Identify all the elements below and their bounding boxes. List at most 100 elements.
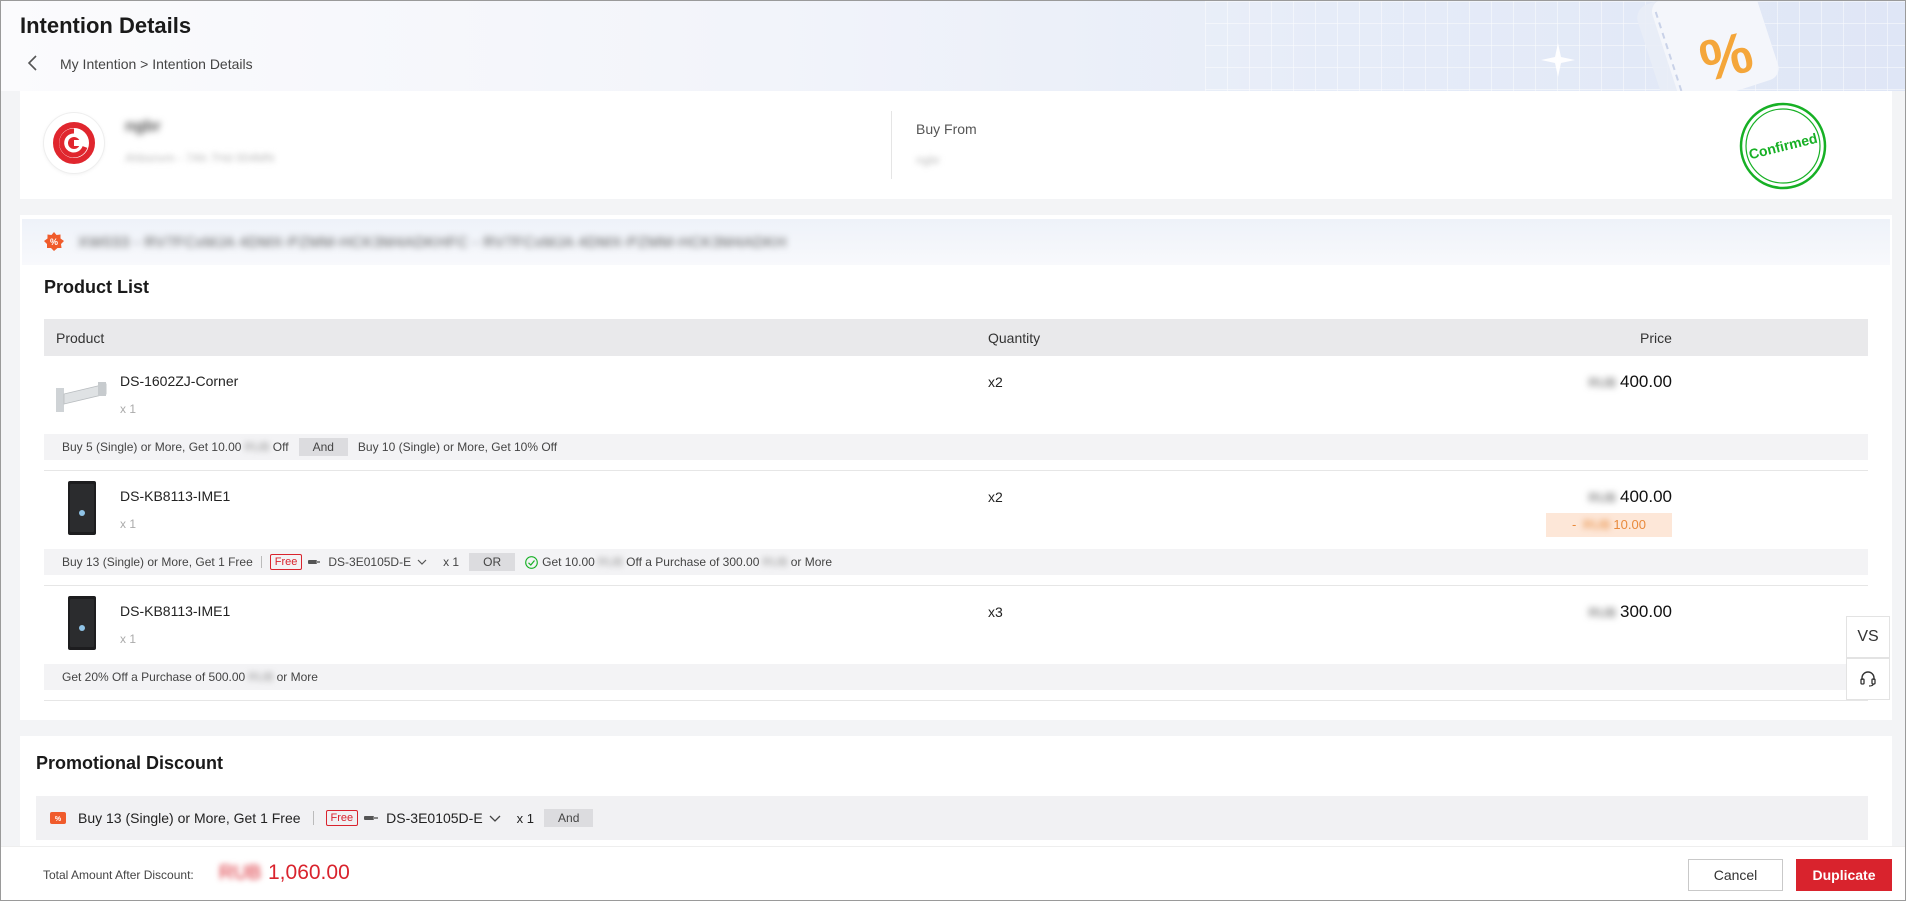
chevron-down-icon[interactable] (417, 558, 427, 566)
confirmed-stamp-text: Confirmed (1747, 130, 1819, 162)
discount-value: 10.00 (1613, 517, 1646, 532)
duplicate-button[interactable]: Duplicate (1796, 859, 1892, 891)
buy-from-label: Buy From (916, 121, 977, 137)
product-row: DS-KB8113-IME1 x 1 x2 RUB 400.00 - RUB 10.… (44, 471, 1868, 586)
product-list-title: Product List (44, 277, 150, 297)
rule-currency: RUB (248, 670, 274, 684)
product-row: DS-1602ZJ-Corner x 1 x2 RUB 400.00 Buy 5 … (44, 356, 1868, 471)
product-unit-qty: x 1 (120, 632, 137, 646)
product-price: RUB 400.00 (1589, 372, 1672, 392)
promotion-rule-bar: Get 20% Off a Purchase of 500.00 RUB or … (44, 664, 1868, 690)
coupon-percent-icon: % (1637, 1, 1779, 91)
seller-name: ngbr (125, 118, 161, 135)
rule-currency: RUB (244, 440, 270, 454)
buy-from-value: ngbr (916, 153, 941, 167)
product-price: RUB 400.00 (1546, 487, 1672, 507)
discount-prefix: - (1572, 517, 1580, 532)
separator (312, 811, 314, 825)
rule-connector: And (298, 438, 348, 456)
price-block: RUB 400.00 (1589, 372, 1672, 392)
product-list-card: % XW033 - RV7FCxMJA 4DMX-PZMM-HCK3M4ADKH… (20, 215, 1892, 720)
rule-text-tail: Off (272, 440, 289, 454)
price-value: 400.00 (1620, 487, 1672, 506)
seller-card: ngbr Ahbsnvm - 7Ah 7Hd 004MN Buy From ng… (20, 91, 1892, 199)
gift-model[interactable]: DS-3E0105D-E (386, 810, 483, 826)
product-thumbnail[interactable] (54, 481, 110, 535)
product-name[interactable]: DS-KB8113-IME1 (120, 603, 230, 619)
headset-icon (1860, 671, 1876, 687)
rule-currency-2: RUB (762, 555, 788, 569)
promotion-banner-text: XW033 - RV7FCxMJA 4DMX-PZMM-HCK3M4ADKHFC… (78, 233, 787, 251)
gift-product-icon (308, 560, 321, 564)
product-quantity: x2 (988, 489, 1003, 505)
currency-code: RUB (1588, 375, 1616, 390)
rule-currency: RUB (597, 555, 624, 569)
support-button[interactable] (1846, 658, 1890, 700)
rule-text-2c: or More (790, 555, 833, 569)
seller-avatar (44, 113, 104, 173)
rule-connector: OR (469, 553, 516, 571)
product-price: RUB 300.00 (1589, 602, 1672, 622)
product-unit-qty: x 1 (120, 517, 137, 531)
price-block: RUB 400.00 - RUB 10.00 (1546, 487, 1672, 537)
gift-qty: x 1 (516, 810, 535, 826)
total-amount-value: 1,060.00 (268, 861, 350, 884)
rule-text-tail: or More (276, 670, 318, 684)
free-tag: Free (325, 810, 359, 826)
rule-text: Get 20% Off a Purchase of 500.00 (62, 670, 246, 684)
breadcrumb[interactable]: My Intention > Intention Details (60, 56, 253, 72)
product-table-header: Product Quantity Price (44, 319, 1868, 356)
vertical-divider (891, 111, 892, 179)
rule-text: Buy 13 (Single) or More, Get 1 Free (62, 555, 253, 569)
sparkle-icon (1541, 43, 1575, 77)
product-thumbnail[interactable] (54, 366, 110, 420)
chevron-down-icon[interactable] (489, 814, 501, 822)
rule-connector: And (544, 809, 594, 827)
confirmed-stamp: Confirmed (1739, 102, 1827, 190)
free-tag: Free (269, 554, 303, 570)
cancel-button[interactable]: Cancel (1688, 859, 1783, 891)
back-arrow-icon[interactable] (25, 54, 41, 72)
rule-text-2b: Off a Purchase of 300.00 (626, 555, 760, 569)
currency-code: RUB (1588, 490, 1616, 505)
page-header: Intention Details My Intention > Intenti… (1, 1, 1905, 91)
discount-tag-icon: % (50, 812, 66, 824)
promotional-discount-rule: Buy 13 (Single) or More, Get 1 Free (78, 810, 301, 826)
column-price: Price (1640, 330, 1672, 346)
gift-qty: x 1 (443, 555, 460, 569)
promotion-rule-bar: Buy 5 (Single) or More, Get 10.00 RUB Of… (44, 434, 1868, 460)
promotion-banner: % XW033 - RV7FCxMJA 4DMX-PZMM-HCK3M4ADKH… (22, 219, 1890, 265)
product-name[interactable]: DS-KB8113-IME1 (120, 488, 230, 504)
page-title: Intention Details (20, 13, 192, 38)
price-block: RUB 300.00 (1589, 602, 1672, 622)
product-row: DS-KB8113-IME1 x 1 x3 RUB 300.00 Get 20% … (44, 586, 1868, 701)
rule-text-2: Buy 10 (Single) or More, Get 10% Off (357, 440, 558, 454)
product-thumbnail[interactable] (54, 596, 110, 650)
seller-subtitle: Ahbsnvm - 7Ah 7Hd 004MN (125, 151, 275, 165)
product-name[interactable]: DS-1602ZJ-Corner (120, 373, 238, 389)
price-value: 400.00 (1620, 372, 1672, 391)
rule-text-2a: Get 10.00 (542, 555, 595, 569)
product-unit-qty: x 1 (120, 402, 137, 416)
promotion-rule-bar: Buy 13 (Single) or More, Get 1 Free Free… (44, 549, 1868, 575)
rule-text: Buy 5 (Single) or More, Get 10.00 (62, 440, 242, 454)
promo-badge-icon: % (44, 232, 64, 251)
currency-code: RUB (1588, 605, 1616, 620)
discount-chip: - RUB 10.00 (1546, 513, 1672, 537)
total-amount-label: Total Amount After Discount: (43, 868, 194, 882)
check-circle-icon (525, 555, 538, 569)
discount-currency: RUB (1582, 517, 1611, 532)
product-quantity: x2 (988, 374, 1003, 390)
promotional-discount-row: % Buy 13 (Single) or More, Get 1 Free Fr… (36, 796, 1868, 840)
gift-product-icon (364, 816, 379, 820)
column-product: Product (56, 330, 105, 346)
gift-model[interactable]: DS-3E0105D-E (328, 555, 411, 569)
seller-logo-icon (53, 122, 95, 164)
separator (260, 556, 262, 568)
product-quantity: x3 (988, 604, 1003, 620)
compare-vs-button[interactable]: VS (1846, 616, 1890, 658)
footer-bar: Total Amount After Discount: RUB 1,060.0… (1, 846, 1905, 900)
price-value: 300.00 (1620, 602, 1672, 621)
promotional-discount-card: Promotional Discount % Buy 13 (Single) o… (20, 736, 1892, 846)
promotional-discount-title: Promotional Discount (36, 753, 224, 773)
